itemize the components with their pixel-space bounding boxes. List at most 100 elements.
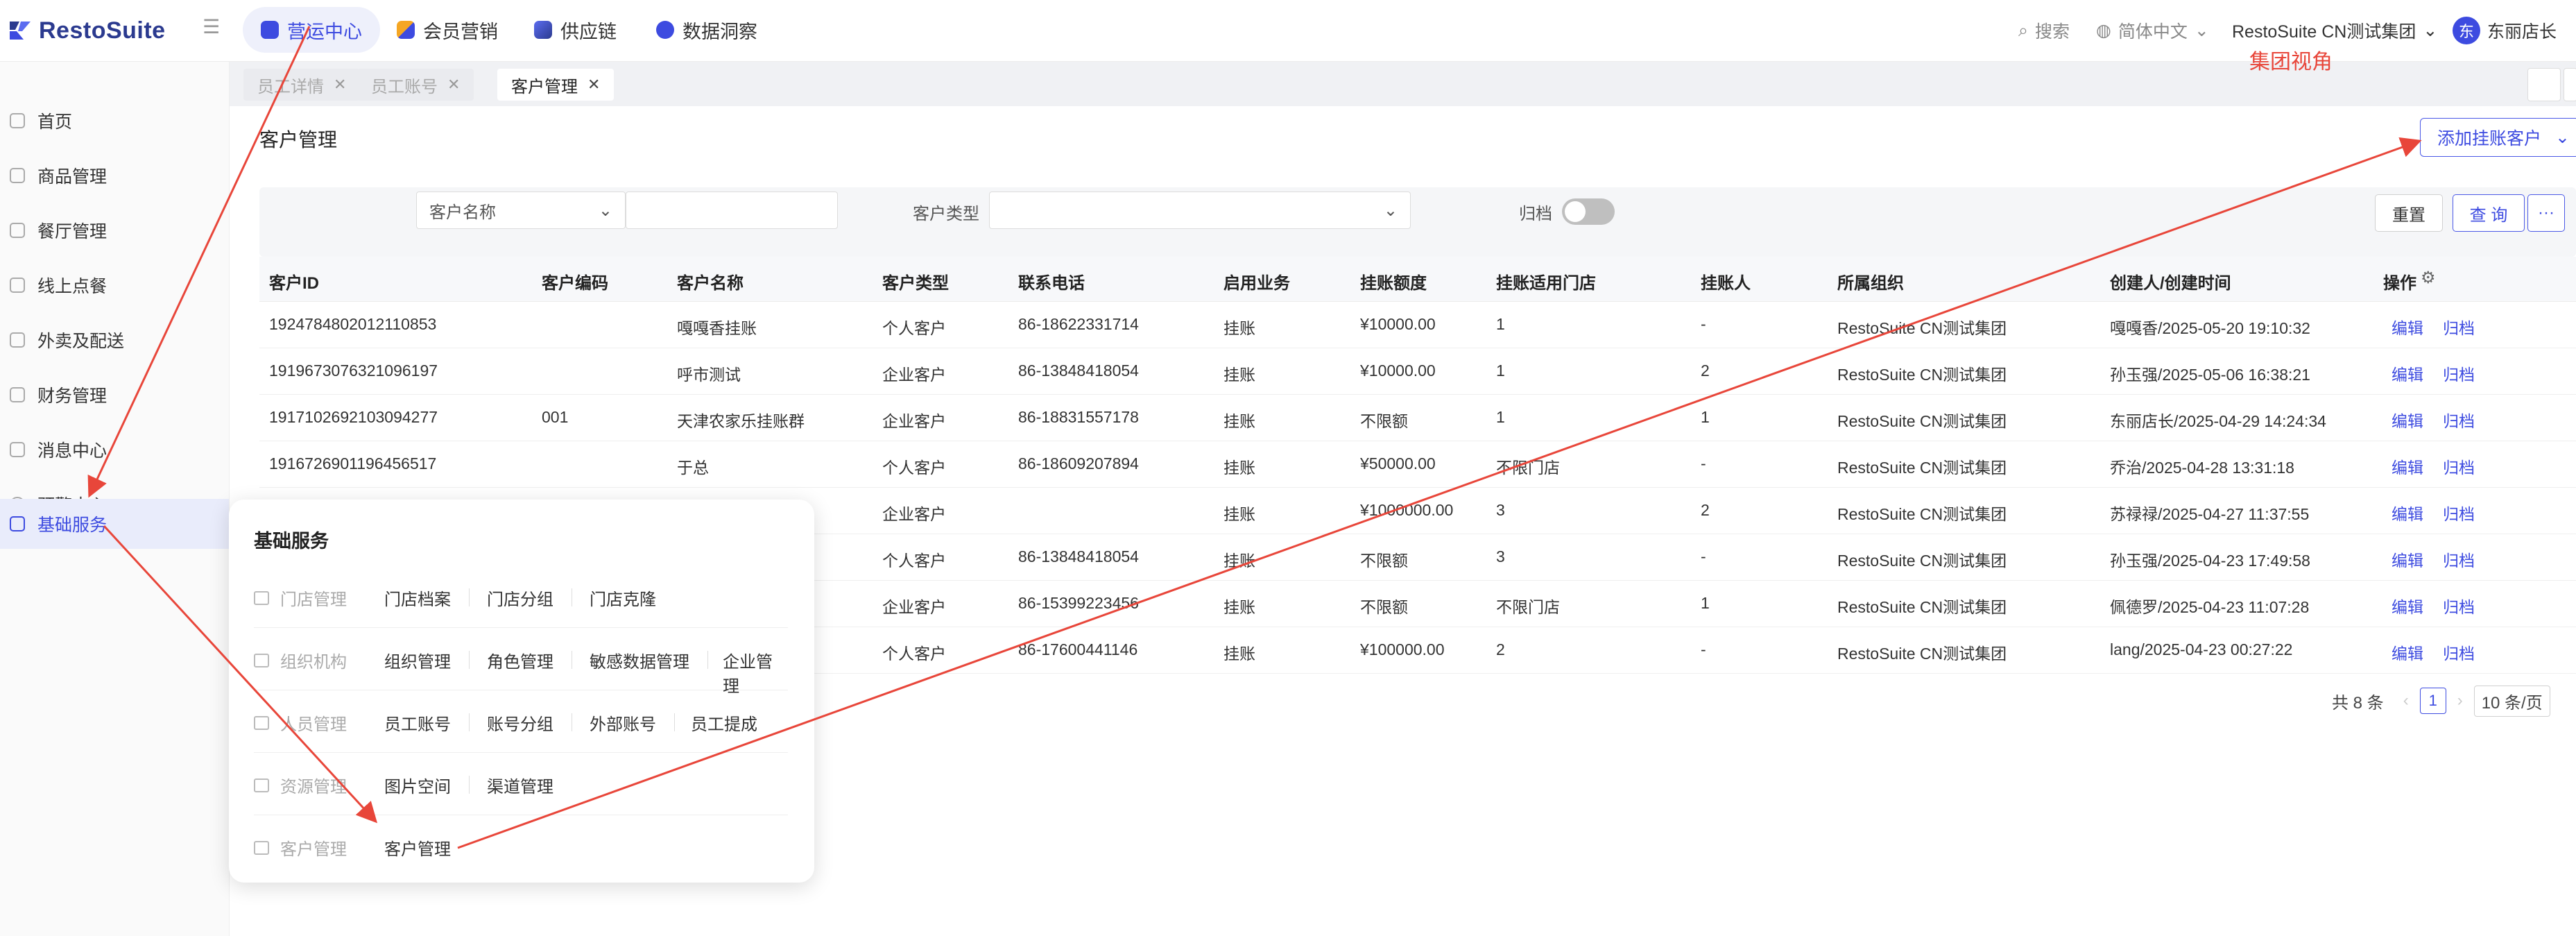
cell-limit: 不限额 xyxy=(1360,598,1408,616)
topnav-member-marketing[interactable]: 会员营销 xyxy=(379,7,516,53)
table-header: 客户ID 客户编码 客户名称 客户类型 联系电话 启用业务 挂账额度 挂账适用门… xyxy=(259,257,2576,302)
popup-link[interactable]: 角色管理 xyxy=(487,648,553,672)
popup-link[interactable]: 门店克隆 xyxy=(590,586,656,610)
sidebar-item-home[interactable]: 首页 xyxy=(0,96,229,145)
cell-payer: - xyxy=(1701,547,1706,565)
column-header: 所属组织 xyxy=(1837,274,1904,293)
topnav-operations[interactable]: 营运中心 xyxy=(243,7,380,53)
tab-customer-management[interactable]: 客户管理 ✕ xyxy=(497,69,615,101)
customer-type-select[interactable]: ⌄ xyxy=(989,192,1411,229)
popup-link[interactable]: 账号分组 xyxy=(487,710,553,735)
archive-link[interactable]: 归档 xyxy=(2443,640,2475,664)
popup-link[interactable]: 员工提成 xyxy=(691,710,757,735)
sidebar-item-messages[interactable]: 消息中心 xyxy=(0,425,229,474)
archive-label: 归档 xyxy=(1519,205,1552,223)
search-button[interactable]: ⌕ 搜索 xyxy=(2018,15,2070,46)
edit-link[interactable]: 编辑 xyxy=(2392,547,2423,571)
sidebar-item-products[interactable]: 商品管理 xyxy=(0,151,229,200)
avatar: 东 xyxy=(2453,17,2480,44)
archive-toggle[interactable] xyxy=(1562,198,1615,225)
popup-group-org: 组织机构 组织管理 角色管理 敏感数据管理 企业管理 xyxy=(254,627,788,696)
popup-link[interactable]: 图片空间 xyxy=(384,773,451,797)
sidebar-item-finance[interactable]: 财务管理 xyxy=(0,371,229,419)
topnav-data-insights[interactable]: 数据洞察 xyxy=(638,7,775,53)
archive-link[interactable]: 归档 xyxy=(2443,501,2475,525)
popup-link[interactable]: 员工账号 xyxy=(384,710,451,735)
sidebar-item-restaurant[interactable]: 餐厅管理 xyxy=(0,206,229,255)
cell-limit: 不限额 xyxy=(1360,552,1408,570)
popup-category-label: 门店管理 xyxy=(280,590,347,609)
popup-link[interactable]: 外部账号 xyxy=(590,710,656,735)
topnav-supply-chain[interactable]: 供应链 xyxy=(516,7,635,53)
cell-limit: ¥100000.00 xyxy=(1360,640,1445,658)
page-size-select[interactable]: 10 条/页 xyxy=(2473,685,2550,717)
store-icon xyxy=(10,223,25,238)
archive-link[interactable]: 归档 xyxy=(2443,408,2475,432)
sidebar-item-online-order[interactable]: 线上点餐 xyxy=(0,261,229,309)
edit-link[interactable]: 编辑 xyxy=(2392,361,2423,385)
edit-link[interactable]: 编辑 xyxy=(2392,501,2423,525)
table-row: 1916726901196456517 于总 个人客户 86-186092078… xyxy=(259,441,2576,488)
sidebar: 首页 商品管理 餐厅管理 线上点餐 外卖及配送 财务管理 消息中心 预警中心 基… xyxy=(0,62,230,936)
popup-link[interactable]: 门店档案 xyxy=(384,586,451,610)
popup-link[interactable]: 客户管理 xyxy=(384,835,451,860)
archive-link[interactable]: 归档 xyxy=(2443,315,2475,339)
sidebar-item-delivery[interactable]: 外卖及配送 xyxy=(0,316,229,364)
lock-icon[interactable] xyxy=(2527,68,2561,101)
user-menu[interactable]: 东 东丽店长 xyxy=(2453,15,2557,46)
close-icon[interactable]: ✕ xyxy=(447,76,460,94)
next-page-icon[interactable]: › xyxy=(2457,691,2463,710)
tab-employee-detail[interactable]: 员工详情 ✕ xyxy=(243,69,361,101)
menu-collapse-icon[interactable]: ☰ xyxy=(203,17,223,37)
popup-category: 客户管理 xyxy=(254,835,347,860)
org-select[interactable]: RestoSuite CN测试集团 ⌄ xyxy=(2232,15,2437,46)
close-icon[interactable]: ✕ xyxy=(334,76,346,94)
edit-link[interactable]: 编辑 xyxy=(2392,594,2423,618)
expand-icon[interactable] xyxy=(2564,68,2576,101)
gear-icon[interactable]: ⚙ xyxy=(2421,268,2436,288)
archive-link[interactable]: 归档 xyxy=(2443,547,2475,571)
archive-link[interactable]: 归档 xyxy=(2443,361,2475,385)
popup-link[interactable]: 渠道管理 xyxy=(487,773,553,797)
cell-business: 挂账 xyxy=(1223,645,1255,663)
sidebar-item-basic-services[interactable]: 基础服务 xyxy=(0,499,229,549)
tab-employee-account[interactable]: 员工账号 ✕ xyxy=(357,69,474,101)
cell-stores: 3 xyxy=(1496,547,1505,565)
page-number[interactable]: 1 xyxy=(2419,688,2446,714)
archive-link[interactable]: 归档 xyxy=(2443,454,2475,478)
tab-label: 员工详情 xyxy=(257,77,324,96)
more-options-button[interactable]: ··· xyxy=(2527,194,2565,232)
language-select[interactable]: ◍ 简体中文 ⌄ xyxy=(2096,15,2209,46)
cell-name: 天津农家乐挂账群 xyxy=(677,412,805,430)
popup-group-customers: 客户管理 客户管理 xyxy=(254,815,788,877)
divider xyxy=(469,713,470,731)
edit-link[interactable]: 编辑 xyxy=(2392,640,2423,664)
edit-link[interactable]: 编辑 xyxy=(2392,408,2423,432)
cell-type: 企业客户 xyxy=(882,412,946,430)
archive-link[interactable]: 归档 xyxy=(2443,594,2475,618)
edit-link[interactable]: 编辑 xyxy=(2392,315,2423,339)
popup-group-staff: 人员管理 员工账号 账号分组 外部账号 员工提成 xyxy=(254,690,788,753)
page-title: 客户管理 xyxy=(259,129,338,151)
logo[interactable]: RestoSuite xyxy=(8,11,166,50)
name-field-select[interactable]: 客户名称 ⌄ xyxy=(416,192,626,229)
edit-link[interactable]: 编辑 xyxy=(2392,454,2423,478)
sidebar-item-label: 商品管理 xyxy=(37,167,108,187)
prev-page-icon[interactable]: ‹ xyxy=(2403,691,2409,710)
cell-business: 挂账 xyxy=(1223,366,1255,384)
cell-creator: 孙玉强/2025-04-23 17:49:58 xyxy=(2110,552,2310,570)
reset-button[interactable]: 重置 xyxy=(2375,194,2443,232)
cell-creator: lang/2025-04-23 00:27:22 xyxy=(2110,640,2293,658)
table-row: 1917102692103094277 001 天津农家乐挂账群 企业客户 86… xyxy=(259,394,2576,441)
query-button[interactable]: 查 询 xyxy=(2453,194,2525,232)
resource-icon xyxy=(254,778,269,792)
close-icon[interactable]: ✕ xyxy=(587,76,600,94)
name-search-input[interactable] xyxy=(626,192,838,229)
customer-icon xyxy=(254,840,269,855)
cell-phone: 86-18622331714 xyxy=(1018,315,1139,333)
popup-link[interactable]: 敏感数据管理 xyxy=(590,648,689,672)
popup-link[interactable]: 门店分组 xyxy=(487,586,553,610)
popup-category: 组织机构 xyxy=(254,648,347,672)
add-credit-customer-button[interactable]: 添加挂账客户 ⌄ xyxy=(2420,118,2576,157)
popup-link[interactable]: 组织管理 xyxy=(384,648,451,672)
